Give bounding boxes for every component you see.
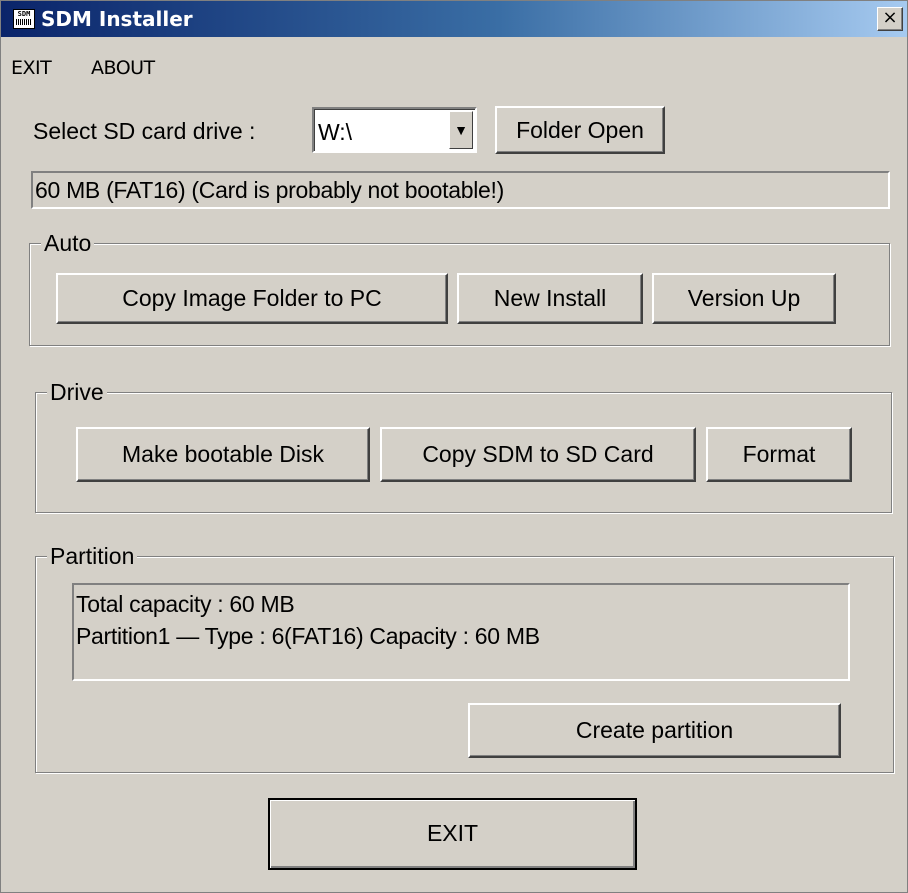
drive-combobox-value: W:\ (318, 119, 353, 145)
copy-image-folder-button[interactable]: Copy Image Folder to PC (56, 273, 448, 324)
drive-combobox[interactable]: W:\ ▼ (312, 107, 477, 153)
version-up-button[interactable]: Version Up (652, 273, 836, 324)
copy-sdm-to-sd-card-button[interactable]: Copy SDM to SD Card (380, 427, 696, 482)
exit-button[interactable]: EXIT (268, 798, 637, 870)
window-title: SDM Installer (41, 7, 193, 31)
make-bootable-disk-button[interactable]: Make bootable Disk (76, 427, 370, 482)
partition-info-line-1: Total capacity : 60 MB (76, 591, 295, 617)
select-drive-label: Select SD card drive : (33, 118, 256, 144)
partition-group-title: Partition (47, 543, 138, 570)
status-text: 60 MB (FAT16) (Card is probably not boot… (35, 177, 504, 203)
sdm-app-icon: SDM (13, 9, 35, 29)
sdm-installer-window: SDM SDM Installer × EXIT ABOUT Select SD… (0, 0, 908, 893)
close-button[interactable]: × (877, 7, 903, 31)
partition-info-line-2: Partition1 — Type : 6(FAT16) Capacity : … (76, 623, 540, 649)
format-button[interactable]: Format (706, 427, 852, 482)
auto-group-title: Auto (41, 230, 95, 257)
new-install-button[interactable]: New Install (457, 273, 643, 324)
title-bar[interactable]: SDM SDM Installer × (1, 1, 907, 37)
menu-exit[interactable]: EXIT (11, 57, 52, 79)
drive-group-title: Drive (47, 379, 107, 406)
close-icon: × (882, 7, 898, 28)
folder-open-button[interactable]: Folder Open (495, 106, 665, 154)
menu-bar: EXIT ABOUT (1, 37, 907, 79)
chevron-down-icon[interactable]: ▼ (449, 111, 473, 149)
status-box: 60 MB (FAT16) (Card is probably not boot… (31, 171, 890, 209)
menu-about[interactable]: ABOUT (91, 57, 155, 79)
partition-info-box: Total capacity : 60 MB Partition1 — Type… (72, 583, 850, 681)
app-icon-text: SDM (17, 10, 31, 18)
create-partition-button[interactable]: Create partition (468, 703, 841, 758)
